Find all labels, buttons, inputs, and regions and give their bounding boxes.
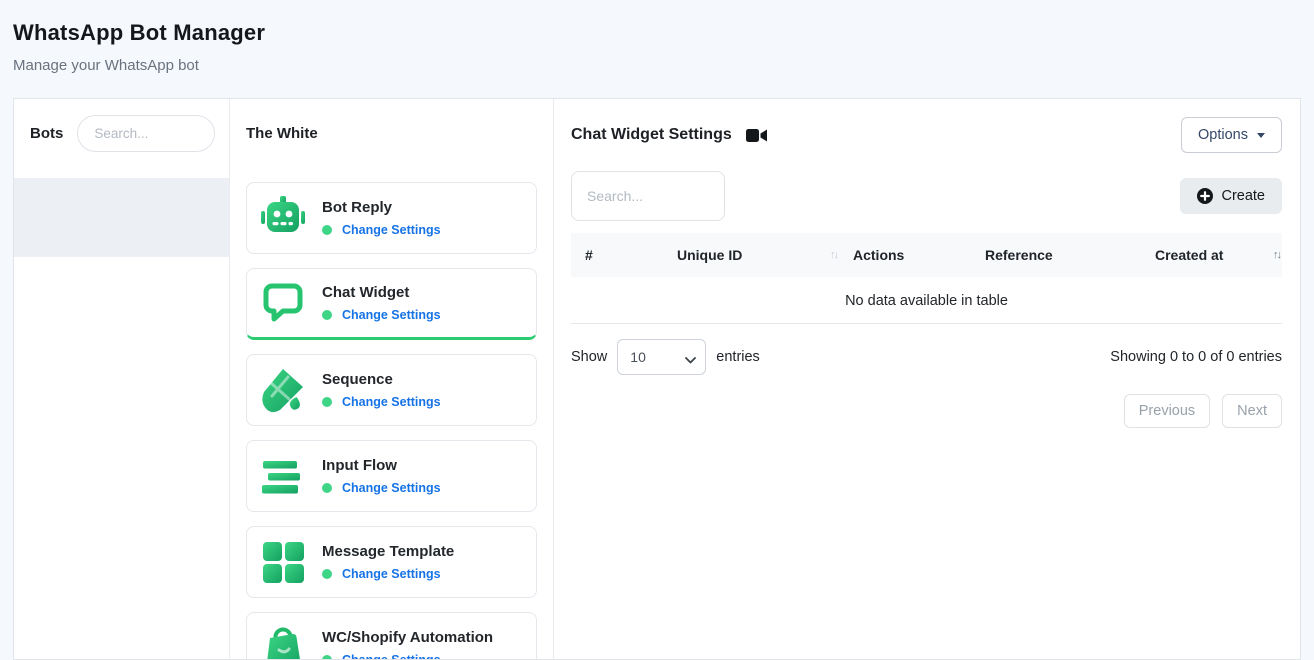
column-header-hash[interactable]: #: [571, 247, 663, 263]
feature-title: Bot Reply: [322, 199, 441, 216]
column-header-created-at[interactable]: Created at ↑↓: [1141, 247, 1282, 263]
feature-info: Input Flow Change Settings: [322, 457, 441, 495]
plus-circle-icon: [1197, 188, 1213, 204]
table-empty-message: No data available in table: [571, 277, 1282, 324]
feature-info: Chat Widget Change Settings: [322, 284, 441, 322]
create-button-label: Create: [1221, 188, 1265, 204]
page-title: WhatsApp Bot Manager: [13, 20, 1301, 46]
status-dot: [322, 225, 332, 235]
feature-info: WC/Shopify Automation Change Settings: [322, 629, 493, 660]
feature-card-chat-widget[interactable]: Chat Widget Change Settings: [246, 268, 537, 340]
bot-name: The White: [246, 125, 537, 142]
feature-card-input-flow[interactable]: Input Flow Change Settings: [246, 440, 537, 512]
feature-info: Message Template Change Settings: [322, 543, 454, 581]
bot-list-item-selected[interactable]: [14, 178, 229, 257]
grid-icon: [259, 538, 307, 586]
page-size-control: Show 10 entries: [571, 339, 760, 375]
change-settings-link[interactable]: Change Settings: [342, 481, 441, 495]
bots-search-input[interactable]: [77, 115, 215, 152]
table-search-input[interactable]: [571, 171, 725, 221]
feature-title: Sequence: [322, 371, 441, 388]
bots-title: Bots: [30, 125, 63, 142]
feature-info: Bot Reply Change Settings: [322, 199, 441, 237]
change-settings-link[interactable]: Change Settings: [342, 567, 441, 581]
chevron-down-icon: [1257, 133, 1265, 138]
options-button-label: Options: [1198, 127, 1248, 143]
page-subtitle: Manage your WhatsApp bot: [13, 57, 1301, 74]
table-toolbar: Create: [571, 171, 1282, 221]
table-controls: Show 10 entries Showing 0 to 0 of 0 entr…: [571, 339, 1282, 375]
data-table: # Unique ID ↑↓ Actions Reference Created…: [571, 233, 1282, 324]
page-header: WhatsApp Bot Manager Manage your WhatsAp…: [0, 0, 1314, 74]
column-header-unique-id[interactable]: Unique ID ↑↓: [663, 247, 839, 263]
feature-card-message-template[interactable]: Message Template Change Settings: [246, 526, 537, 598]
entries-label: entries: [716, 349, 760, 365]
status-dot: [322, 655, 332, 660]
bots-sidebar: Bots: [14, 99, 230, 659]
column-header-reference[interactable]: Reference: [971, 247, 1141, 263]
status-dot: [322, 483, 332, 493]
bots-header: Bots: [14, 99, 229, 152]
content-panel: Bots The White: [13, 98, 1301, 660]
main-title: Chat Widget Settings: [571, 126, 732, 144]
feature-card-wc-shopify-automation[interactable]: WC/Shopify Automation Change Settings: [246, 612, 537, 660]
status-dot: [322, 310, 332, 320]
feature-card-sequence[interactable]: Sequence Change Settings: [246, 354, 537, 426]
feature-info: Sequence Change Settings: [322, 371, 441, 409]
create-button[interactable]: Create: [1180, 178, 1282, 214]
showing-entries-text: Showing 0 to 0 of 0 entries: [1110, 349, 1282, 365]
feature-title: Message Template: [322, 543, 454, 560]
table-header-row: # Unique ID ↑↓ Actions Reference Created…: [571, 233, 1282, 277]
change-settings-link[interactable]: Change Settings: [342, 653, 441, 660]
feature-title: Input Flow: [322, 457, 441, 474]
main-header: Chat Widget Settings Options: [571, 117, 1282, 153]
pagination: Previous Next: [571, 394, 1282, 428]
feature-title: Chat Widget: [322, 284, 441, 301]
chat-bubble-icon: [259, 279, 307, 327]
page-size-select[interactable]: 10: [617, 339, 706, 375]
previous-button[interactable]: Previous: [1124, 394, 1210, 428]
column-header-actions[interactable]: Actions: [839, 247, 971, 263]
status-dot: [322, 397, 332, 407]
sort-icon[interactable]: ↑↓: [830, 249, 837, 261]
bot-features-column: The White Bot Reply: [230, 99, 554, 659]
list-bars-icon: [259, 452, 307, 500]
feature-card-bot-reply[interactable]: Bot Reply Change Settings: [246, 182, 537, 254]
main-content: Chat Widget Settings Options: [554, 99, 1300, 659]
status-dot: [322, 569, 332, 579]
paint-bucket-icon: [259, 366, 307, 414]
video-camera-icon[interactable]: [746, 128, 767, 143]
options-button[interactable]: Options: [1181, 117, 1282, 153]
change-settings-link[interactable]: Change Settings: [342, 308, 441, 322]
feature-title: WC/Shopify Automation: [322, 629, 493, 646]
robot-icon: [259, 194, 307, 242]
shopping-bag-icon: [259, 624, 307, 660]
next-button[interactable]: Next: [1222, 394, 1282, 428]
change-settings-link[interactable]: Change Settings: [342, 395, 441, 409]
show-label: Show: [571, 349, 607, 365]
sort-icon[interactable]: ↑↓: [1273, 249, 1280, 261]
change-settings-link[interactable]: Change Settings: [342, 223, 441, 237]
